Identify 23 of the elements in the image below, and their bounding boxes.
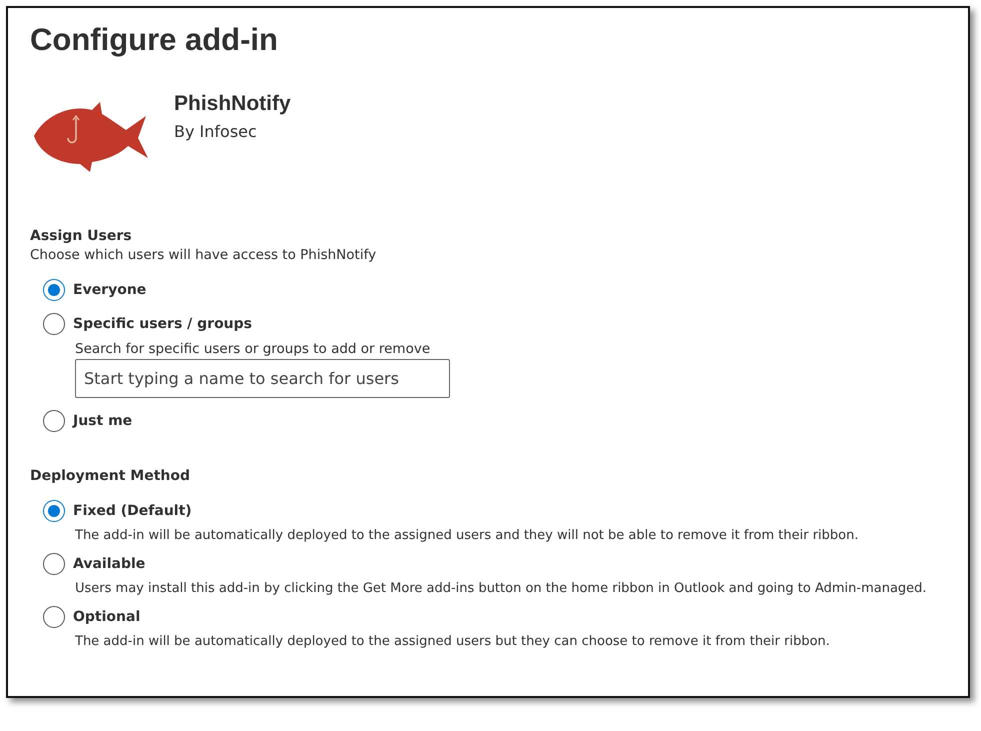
radio-button[interactable] [43, 606, 65, 628]
radio-button[interactable] [43, 279, 65, 301]
option-description: The add-in will be automatically deployed to the assigned users and they will not be able to remove it from their ribbon. [74, 528, 860, 543]
radio-button[interactable] [43, 500, 65, 522]
option-label: Fixed (Default) [73, 503, 192, 519]
option-description: The add-in will be automatically deployed to the assigned users but they can choose to remove it from their ribbon. [74, 634, 831, 649]
section-description: Choose which users will have access to PhishNotify [30, 247, 378, 263]
search-field[interactable]: Start typing a name to search for users [75, 359, 450, 398]
option-label: Just me [73, 413, 132, 429]
radio-button[interactable] [43, 313, 65, 335]
radio-button[interactable] [43, 410, 65, 432]
radio-button[interactable] [43, 553, 65, 575]
option-label: Available [73, 556, 146, 572]
option-label: Optional [73, 609, 140, 625]
option-label: Everyone [73, 282, 146, 298]
option-label: Specific users / groups [73, 316, 252, 332]
section-heading: Assign Users [30, 228, 133, 244]
option-description: Users may install this add-in by clicking the Get More add-ins button on the home ribbon in Outlook and going to Admin-managed. [74, 581, 928, 596]
addin-name: PhishNotify [174, 92, 291, 116]
search-label: Search for specific users or groups to add or remove [75, 341, 432, 357]
page-title: Configure add-in [30, 22, 279, 58]
section-heading: Deployment Method [30, 468, 192, 484]
addin-publisher: By Infosec [174, 122, 258, 141]
